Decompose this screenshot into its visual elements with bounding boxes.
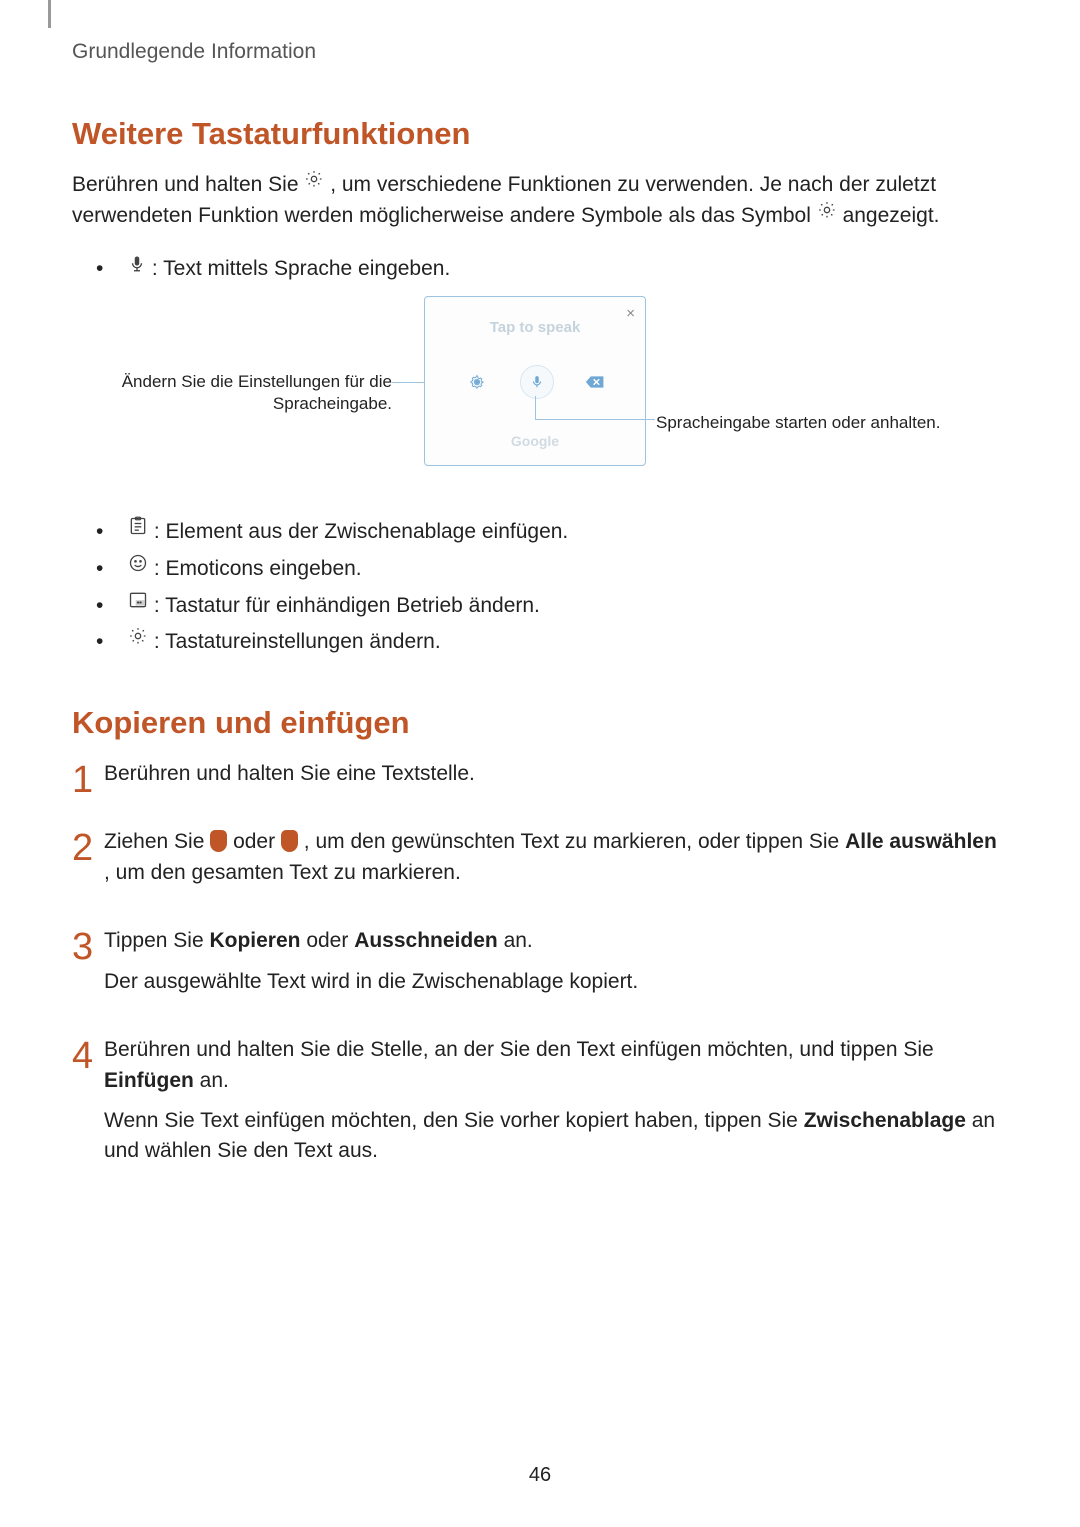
list-item: : Tastatureinstellungen ändern. xyxy=(92,626,1008,659)
intro-text-a: Berühren und halten Sie xyxy=(72,173,304,196)
bullet-list-bottom: : Element aus der Zwischenablage einfüge… xyxy=(72,516,1008,659)
text: Berühren und halten Sie die Stelle, an d… xyxy=(104,1038,934,1061)
figure-caption-right: Spracheingabe starten oder anhalten. xyxy=(656,413,976,433)
bullet-text: : Text mittels Sprache eingeben. xyxy=(152,257,450,280)
step-number: 4 xyxy=(72,1035,104,1177)
list-item: : Emoticons eingeben. xyxy=(92,553,1008,586)
step-text: Tippen Sie Kopieren oder Ausschneiden an… xyxy=(104,926,1008,956)
intro-paragraph: Berühren und halten Sie , um verschieden… xyxy=(72,170,1008,231)
text: , um den gesamten Text zu markieren. xyxy=(104,861,461,884)
bullet-text: : Tastatur für einhändigen Betrieb änder… xyxy=(154,594,540,617)
bullet-text: : Tastatureinstellungen ändern. xyxy=(154,630,441,653)
voice-input-panel: × Tap to speak xyxy=(424,296,646,466)
step-text: Berühren und halten Sie eine Textstelle. xyxy=(104,759,1008,789)
leader-line-right-v xyxy=(535,396,536,419)
selection-handle-left-icon xyxy=(210,830,227,852)
bullet-text: : Element aus der Zwischenablage einfüge… xyxy=(154,520,568,543)
text: Ziehen Sie xyxy=(104,830,210,853)
bullet-text: : Emoticons eingeben. xyxy=(154,557,362,580)
backspace-icon xyxy=(585,375,605,394)
step-1: 1 Berühren und halten Sie eine Textstell… xyxy=(72,759,1008,799)
microphone-icon xyxy=(128,252,146,285)
bold-text: Kopieren xyxy=(209,929,300,952)
gear-icon xyxy=(469,374,485,395)
text: an. xyxy=(200,1069,229,1092)
side-rule xyxy=(48,0,51,28)
step-text: Ziehen Sie oder , um den gewünschten Tex… xyxy=(104,827,1008,888)
running-header: Grundlegende Information xyxy=(72,40,1008,64)
step-3: 3 Tippen Sie Kopieren oder Ausschneiden … xyxy=(72,926,1008,1007)
intro-text-c: angezeigt. xyxy=(843,204,940,227)
bold-text: Alle auswählen xyxy=(845,830,997,853)
bold-text: Einfügen xyxy=(104,1069,194,1092)
step-number: 3 xyxy=(72,926,104,1007)
panel-tap-label: Tap to speak xyxy=(425,319,645,336)
voice-input-figure: Ändern Sie die Einstellungen für die Spr… xyxy=(72,296,1008,496)
bold-text: Zwischenablage xyxy=(804,1109,966,1132)
panel-brand-label: Google xyxy=(425,433,645,449)
step-note: Wenn Sie Text einfügen möchten, den Sie … xyxy=(104,1106,1008,1167)
text: oder xyxy=(306,929,354,952)
gear-icon xyxy=(304,168,324,198)
step-number: 1 xyxy=(72,759,104,799)
selection-handle-right-icon xyxy=(281,830,298,852)
step-text: Berühren und halten Sie die Stelle, an d… xyxy=(104,1035,1008,1096)
onehand-keyboard-icon xyxy=(128,588,148,621)
step-2: 2 Ziehen Sie oder , um den gewünschten T… xyxy=(72,827,1008,898)
leader-line-right-h xyxy=(535,419,655,420)
text: an. xyxy=(504,929,533,952)
list-item: : Element aus der Zwischenablage einfüge… xyxy=(92,516,1008,549)
text: , um den gewünschten Text zu markieren, … xyxy=(304,830,845,853)
list-item: : Tastatur für einhändigen Betrieb änder… xyxy=(92,590,1008,623)
step-note: Der ausgewählte Text wird in die Zwische… xyxy=(104,967,1008,997)
smiley-icon xyxy=(128,551,148,584)
gear-icon xyxy=(128,624,148,657)
text: Tippen Sie xyxy=(104,929,209,952)
step-4: 4 Berühren und halten Sie die Stelle, an… xyxy=(72,1035,1008,1177)
bold-text: Ausschneiden xyxy=(354,929,498,952)
text: oder xyxy=(233,830,281,853)
clipboard-icon xyxy=(128,514,148,547)
list-item: : Text mittels Sprache eingeben. xyxy=(92,253,1008,286)
page-number: 46 xyxy=(0,1464,1080,1487)
text: Wenn Sie Text einfügen möchten, den Sie … xyxy=(104,1109,804,1132)
step-number: 2 xyxy=(72,827,104,898)
gear-icon xyxy=(817,199,837,229)
section-heading-copypaste: Kopieren und einfügen xyxy=(72,705,1008,741)
figure-caption-left: Ändern Sie die Einstellungen für die Spr… xyxy=(92,371,392,415)
bullet-list-top: : Text mittels Sprache eingeben. xyxy=(72,253,1008,286)
section-heading-keyboard: Weitere Tastaturfunktionen xyxy=(72,116,1008,152)
microphone-button xyxy=(520,365,554,399)
